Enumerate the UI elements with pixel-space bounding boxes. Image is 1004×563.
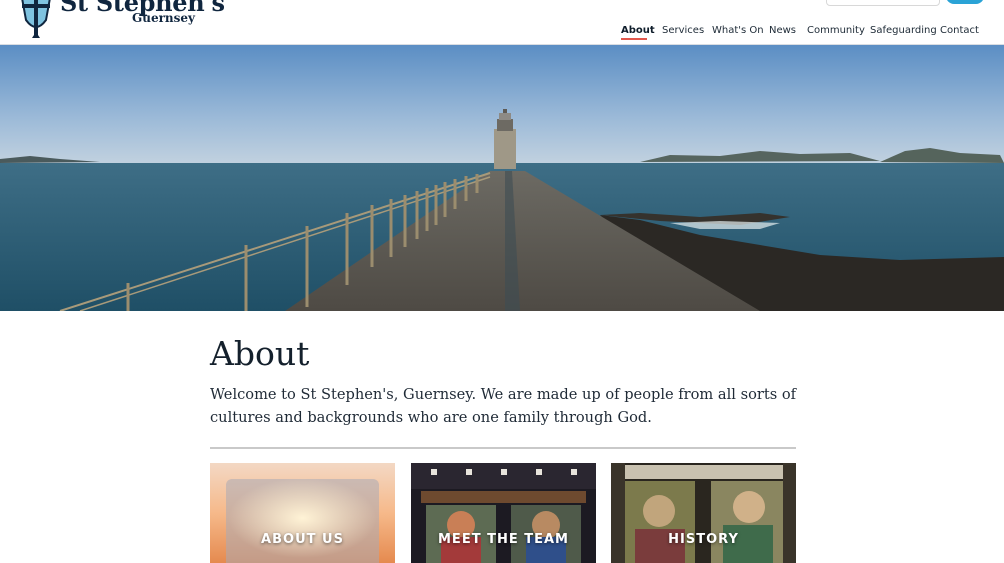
nav-item-about[interactable]: About [621,25,655,36]
nav-item-safeguarding[interactable]: Safeguarding [870,25,937,36]
site-logo[interactable]: St Stephen's Guernsey [14,0,225,40]
cross-crest-icon [21,0,51,38]
card-about-us[interactable]: ABOUT US [210,463,395,563]
lighthouse-pier-photo [0,45,1004,311]
header-action-button[interactable] [946,0,984,4]
nav-item-news[interactable]: News [769,25,796,36]
nav-active-indicator [621,38,647,40]
content-divider [210,447,796,449]
nav-item-whats-on[interactable]: What's On [712,25,764,36]
nav-item-community[interactable]: Community [807,25,865,36]
card-label: ABOUT US [261,532,344,547]
intro-paragraph: Welcome to St Stephen's, Guernsey. We ar… [210,386,797,426]
nav-item-services[interactable]: Services [662,25,704,36]
hero-image [0,45,1004,311]
stained-glass-photo [411,463,596,563]
card-history[interactable]: HISTORY [611,463,796,563]
search-input[interactable] [826,0,940,6]
card-meet-the-team[interactable]: MEET THE TEAM [411,463,596,563]
card-label: MEET THE TEAM [438,532,569,547]
nav-item-contact[interactable]: Contact [940,25,979,36]
site-location: Guernsey [132,11,196,25]
sunset-photo [210,463,395,563]
stained-glass-photo [611,463,796,563]
card-label: HISTORY [668,532,739,547]
site-header: St Stephen's Guernsey About Services Wha… [0,0,1004,45]
page-title: About [210,334,310,373]
